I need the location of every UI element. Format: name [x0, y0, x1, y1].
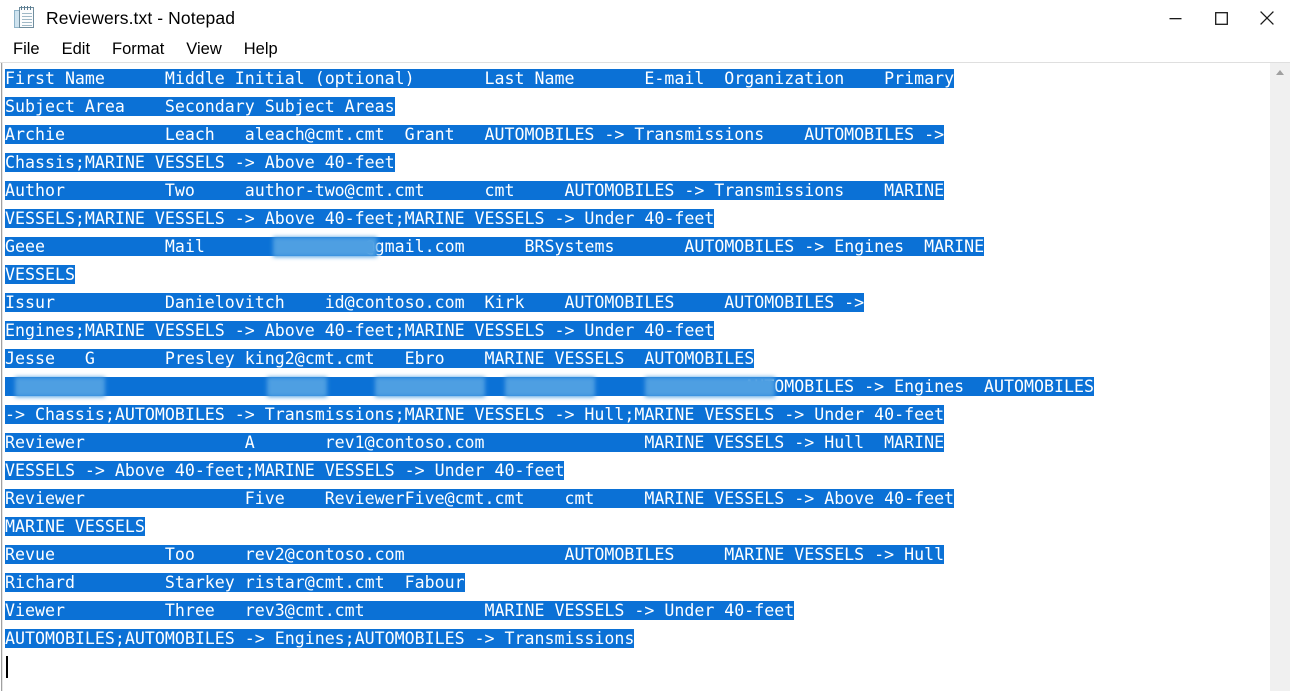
line-text-suffix: @gmail.com BRSystems AUTOMOBILES -> Engi… [364, 237, 985, 256]
text-line[interactable]: First Name Middle Initial (optional) Las… [5, 65, 1269, 93]
text-line[interactable] [5, 653, 1269, 681]
scroll-up-button[interactable] [1270, 63, 1290, 82]
text-line[interactable]: VESSELS;MARINE VESSELS -> Above 40-feet;… [5, 205, 1269, 233]
scroll-up-arrow-icon [1276, 70, 1284, 75]
menu-item-file[interactable]: File [13, 36, 52, 62]
text-line[interactable]: Viewer Three rev3@cmt.cmt MARINE VESSELS… [5, 597, 1269, 625]
line-text: AUTOMOBILES -> Engines AUTOMOBILES [744, 377, 1094, 396]
line-selection: First Name Middle Initial (optional) Las… [5, 69, 955, 88]
minimize-icon [1169, 17, 1181, 19]
line-text-prefix: Geee Mail [5, 237, 245, 256]
text-line[interactable]: Issur Danielovitch id@contoso.com Kirk A… [5, 289, 1269, 317]
redacted-block [273, 237, 377, 257]
line-selection: Chassis;MARINE VESSELS -> Above 40-feet [5, 153, 395, 172]
text-editor[interactable]: First Name Middle Initial (optional) Las… [0, 63, 1269, 691]
redacted-block [375, 377, 485, 397]
window-title: Reviewers.txt - Notepad [46, 7, 236, 28]
close-icon [1260, 11, 1274, 25]
redacted-block [267, 377, 327, 397]
menu-bar: File Edit Format View Help [0, 36, 1290, 62]
title-bar-left: Reviewers.txt - Notepad [0, 6, 1152, 30]
text-line[interactable]: AUTOMOBILES;AUTOMOBILES -> Engines;AUTOM… [5, 625, 1269, 653]
notepad-icon [14, 6, 36, 30]
line-selection: MARINE VESSELS [5, 517, 145, 536]
line-selection: Richard Starkey ristar@cmt.cmt Fabour [5, 573, 465, 592]
text-line[interactable]: VESSELS -> Above 40-feet;MARINE VESSELS … [5, 457, 1269, 485]
redacted-block [15, 377, 105, 397]
line-selection: Reviewer Five ReviewerFive@cmt.cmt cmt M… [5, 489, 955, 508]
line-selection: Issur Danielovitch id@contoso.com Kirk A… [5, 293, 865, 312]
line-selection: Subject Area Secondary Subject Areas [5, 97, 395, 116]
close-button[interactable] [1244, 0, 1290, 36]
line-selection: Archie Leach aleach@cmt.cmt Grant AUTOMO… [5, 125, 945, 144]
text-line[interactable]: Geee Mail @gmail.com BRSystems AUTOMOBIL… [5, 233, 1269, 261]
text-line[interactable]: Engines;MARINE VESSELS -> Above 40-feet;… [5, 317, 1269, 345]
line-selection: Viewer Three rev3@cmt.cmt MARINE VESSELS… [5, 601, 795, 620]
line-selection: Engines;MARINE VESSELS -> Above 40-feet;… [5, 321, 715, 340]
vertical-scrollbar[interactable] [1269, 63, 1290, 691]
menu-item-edit[interactable]: Edit [62, 36, 102, 62]
document-text[interactable]: First Name Middle Initial (optional) Las… [5, 63, 1269, 691]
line-selection: VESSELS [5, 265, 75, 284]
text-line[interactable]: MARINE VESSELS [5, 513, 1269, 541]
line-selection: Revue Too rev2@contoso.com AUTOMOBILES M… [5, 545, 945, 564]
redacted-block [645, 377, 775, 397]
text-line[interactable]: -> Chassis;AUTOMOBILES -> Transmissions;… [5, 401, 1269, 429]
line-selection: VESSELS -> Above 40-feet;MARINE VESSELS … [5, 461, 565, 480]
line-selection: Reviewer A rev1@contoso.com MARINE VESSE… [5, 433, 945, 452]
text-caret [6, 656, 8, 678]
line-selection: Geee Mail @gmail.com BRSystems AUTOMOBIL… [5, 237, 985, 256]
text-line[interactable]: Jesse G Presley king2@cmt.cmt Ebro MARIN… [5, 345, 1269, 373]
menu-item-view[interactable]: View [186, 36, 233, 62]
text-line[interactable]: Richard Starkey ristar@cmt.cmt Fabour [5, 569, 1269, 597]
text-line[interactable]: Revue Too rev2@contoso.com AUTOMOBILES M… [5, 541, 1269, 569]
line-selection: Jesse G Presley king2@cmt.cmt Ebro MARIN… [5, 349, 755, 368]
text-line[interactable]: Chassis;MARINE VESSELS -> Above 40-feet [5, 149, 1269, 177]
text-line[interactable]: Reviewer A rev1@contoso.com MARINE VESSE… [5, 429, 1269, 457]
minimize-button[interactable] [1152, 0, 1198, 36]
line-selection: Author Two author-two@cmt.cmt cmt AUTOMO… [5, 181, 945, 200]
maximize-icon [1214, 11, 1228, 25]
line-selection: AUTOMOBILES;AUTOMOBILES -> Engines;AUTOM… [5, 629, 635, 648]
editor-area: First Name Middle Initial (optional) Las… [0, 62, 1290, 691]
title-bar[interactable]: Reviewers.txt - Notepad [0, 0, 1290, 36]
text-line[interactable]: AUTOMOBILES -> Engines AUTOMOBILES [5, 373, 1269, 401]
redacted-block [505, 377, 595, 397]
text-line[interactable]: Author Two author-two@cmt.cmt cmt AUTOMO… [5, 177, 1269, 205]
text-line[interactable]: Archie Leach aleach@cmt.cmt Grant AUTOMO… [5, 121, 1269, 149]
window-controls [1152, 0, 1290, 36]
text-line[interactable]: Subject Area Secondary Subject Areas [5, 93, 1269, 121]
maximize-button[interactable] [1198, 0, 1244, 36]
line-selection: -> Chassis;AUTOMOBILES -> Transmissions;… [5, 405, 945, 424]
menu-item-format[interactable]: Format [112, 36, 176, 62]
text-line[interactable]: Reviewer Five ReviewerFive@cmt.cmt cmt M… [5, 485, 1269, 513]
line-selection: VESSELS;MARINE VESSELS -> Above 40-feet;… [5, 209, 715, 228]
notepad-window: Reviewers.txt - Notepad File Edit Format… [0, 0, 1290, 691]
text-line[interactable]: VESSELS [5, 261, 1269, 289]
scrollbar-track[interactable] [1270, 82, 1290, 691]
menu-item-help[interactable]: Help [244, 36, 290, 62]
